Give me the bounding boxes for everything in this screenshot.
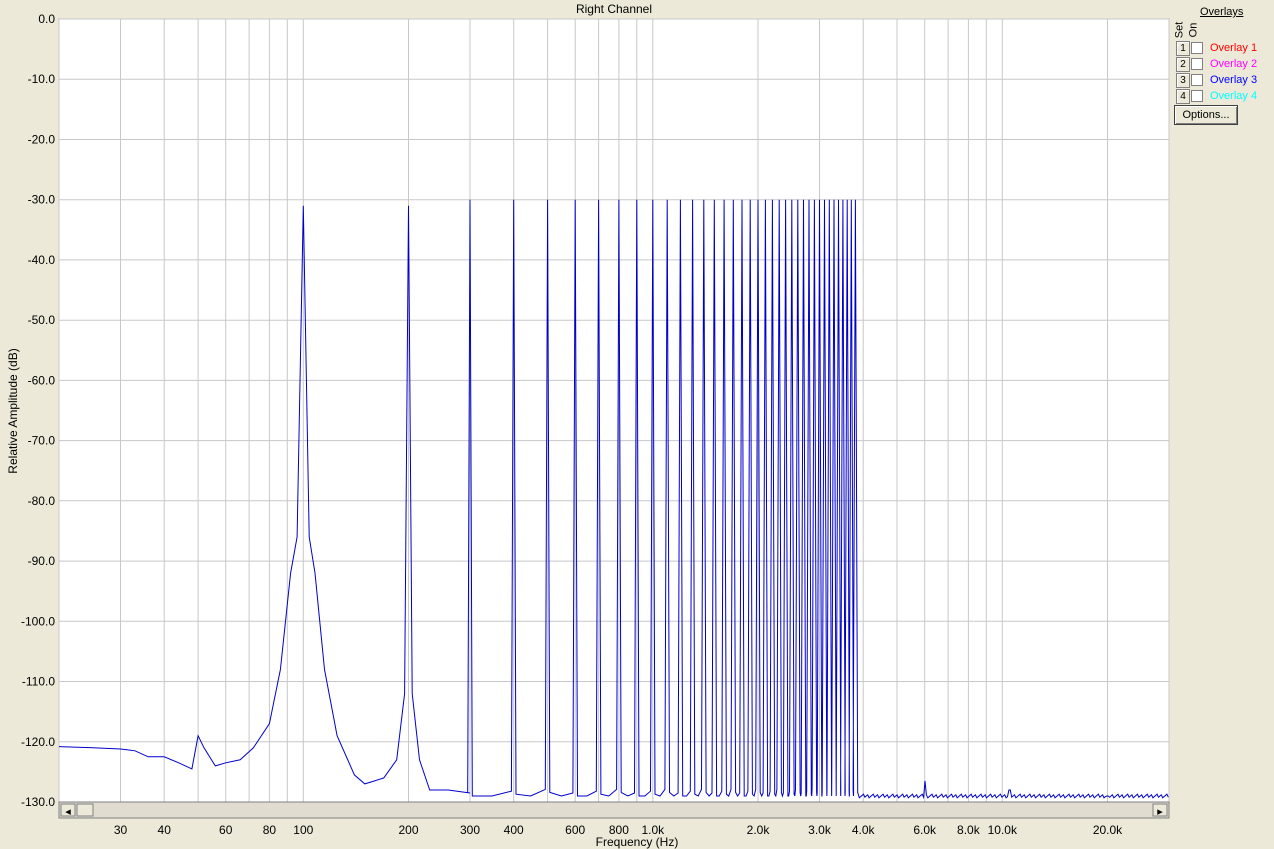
y-tick-label: -90.0 xyxy=(28,554,56,568)
set-header-text: Set xyxy=(1173,21,1186,39)
y-tick-label: -130.0 xyxy=(21,795,55,809)
scroll-thumb[interactable] xyxy=(76,803,94,817)
overlay-3-set-button[interactable]: 3 xyxy=(1176,73,1190,88)
overlay-2-checkbox[interactable] xyxy=(1191,58,1203,70)
chart-title: Right Channel xyxy=(576,2,652,16)
overlays-panel: Set On Overlays 1 Overlay 1 2 Overlay 2 … xyxy=(1172,0,1274,849)
y-tick-label: -30.0 xyxy=(28,193,56,207)
y-tick-label: -70.0 xyxy=(28,434,56,448)
y-tick-label: -20.0 xyxy=(28,133,56,147)
options-button[interactable]: Options... xyxy=(1174,105,1238,125)
y-tick-label: -100.0 xyxy=(21,614,55,628)
overlay-4-set-button[interactable]: 4 xyxy=(1176,89,1190,104)
x-tick-label: 10.0k xyxy=(988,823,1018,837)
x-tick-label: 30 xyxy=(114,823,128,837)
overlay-3-checkbox[interactable] xyxy=(1191,74,1203,86)
x-tick-label: 3.0k xyxy=(808,823,832,837)
x-tick-label: 2.0k xyxy=(747,823,771,837)
y-tick-label: -60.0 xyxy=(28,373,56,387)
x-tick-label: 8.0k xyxy=(957,823,981,837)
x-tick-label: 60 xyxy=(219,823,233,837)
overlay-1-checkbox[interactable] xyxy=(1191,42,1203,54)
overlays-header: Overlays xyxy=(1200,6,1244,18)
spectrum-chart: 0.0 -10.0 -20.0 -30.0 -40.0 -50.0 -60.0 -70.0 -8… xyxy=(0,0,1172,849)
x-axis-label: Frequency (Hz) xyxy=(596,835,679,849)
y-tick-label: -120.0 xyxy=(21,735,55,749)
x-tick-label: 600 xyxy=(565,823,585,837)
y-tick-label: -10.0 xyxy=(28,72,56,86)
y-tick-label: -80.0 xyxy=(28,494,56,508)
x-tick-label: 20.0k xyxy=(1093,823,1123,837)
y-axis-label: Relative Amplitude (dB) xyxy=(6,348,20,473)
x-tick-label: 4.0k xyxy=(852,823,876,837)
y-tick-label: 0.0 xyxy=(38,12,55,26)
scroll-right-icon: ▸ xyxy=(1157,806,1163,818)
y-tick-label: -110.0 xyxy=(22,675,55,689)
x-tick-label: 40 xyxy=(158,823,172,837)
x-tick-label: 400 xyxy=(504,823,524,837)
overlay-2-set-button[interactable]: 2 xyxy=(1176,57,1190,72)
x-tick-label: 300 xyxy=(460,823,480,837)
overlay-1-label: Overlay 1 xyxy=(1210,42,1258,54)
overlay-2-label: Overlay 2 xyxy=(1210,58,1258,70)
overlay-4-checkbox[interactable] xyxy=(1191,90,1203,102)
overlay-3-label: Overlay 3 xyxy=(1210,74,1258,86)
x-tick-label: 80 xyxy=(263,823,277,837)
x-tick-label: 6.0k xyxy=(913,823,937,837)
on-header-text: On xyxy=(1187,22,1200,38)
y-tick-label: -50.0 xyxy=(28,313,56,327)
overlay-1-set-button[interactable]: 1 xyxy=(1176,41,1190,56)
x-tick-label: 200 xyxy=(398,823,418,837)
x-tick-label: 100 xyxy=(293,823,313,837)
overlay-row-2: 2 Overlay 2 xyxy=(1176,57,1272,72)
overlay-row-4: 4 Overlay 4 xyxy=(1176,89,1272,104)
horizontal-scrollbar[interactable]: ◂ ▸ xyxy=(58,801,1170,819)
overlay-row-3: 3 Overlay 3 xyxy=(1176,73,1272,88)
overlay-row-1: 1 Overlay 1 xyxy=(1176,41,1272,56)
y-tick-label: -40.0 xyxy=(28,253,56,267)
overlay-4-label: Overlay 4 xyxy=(1210,90,1258,102)
on-column-header: On xyxy=(1187,21,1202,41)
scroll-left-icon: ◂ xyxy=(65,806,71,818)
